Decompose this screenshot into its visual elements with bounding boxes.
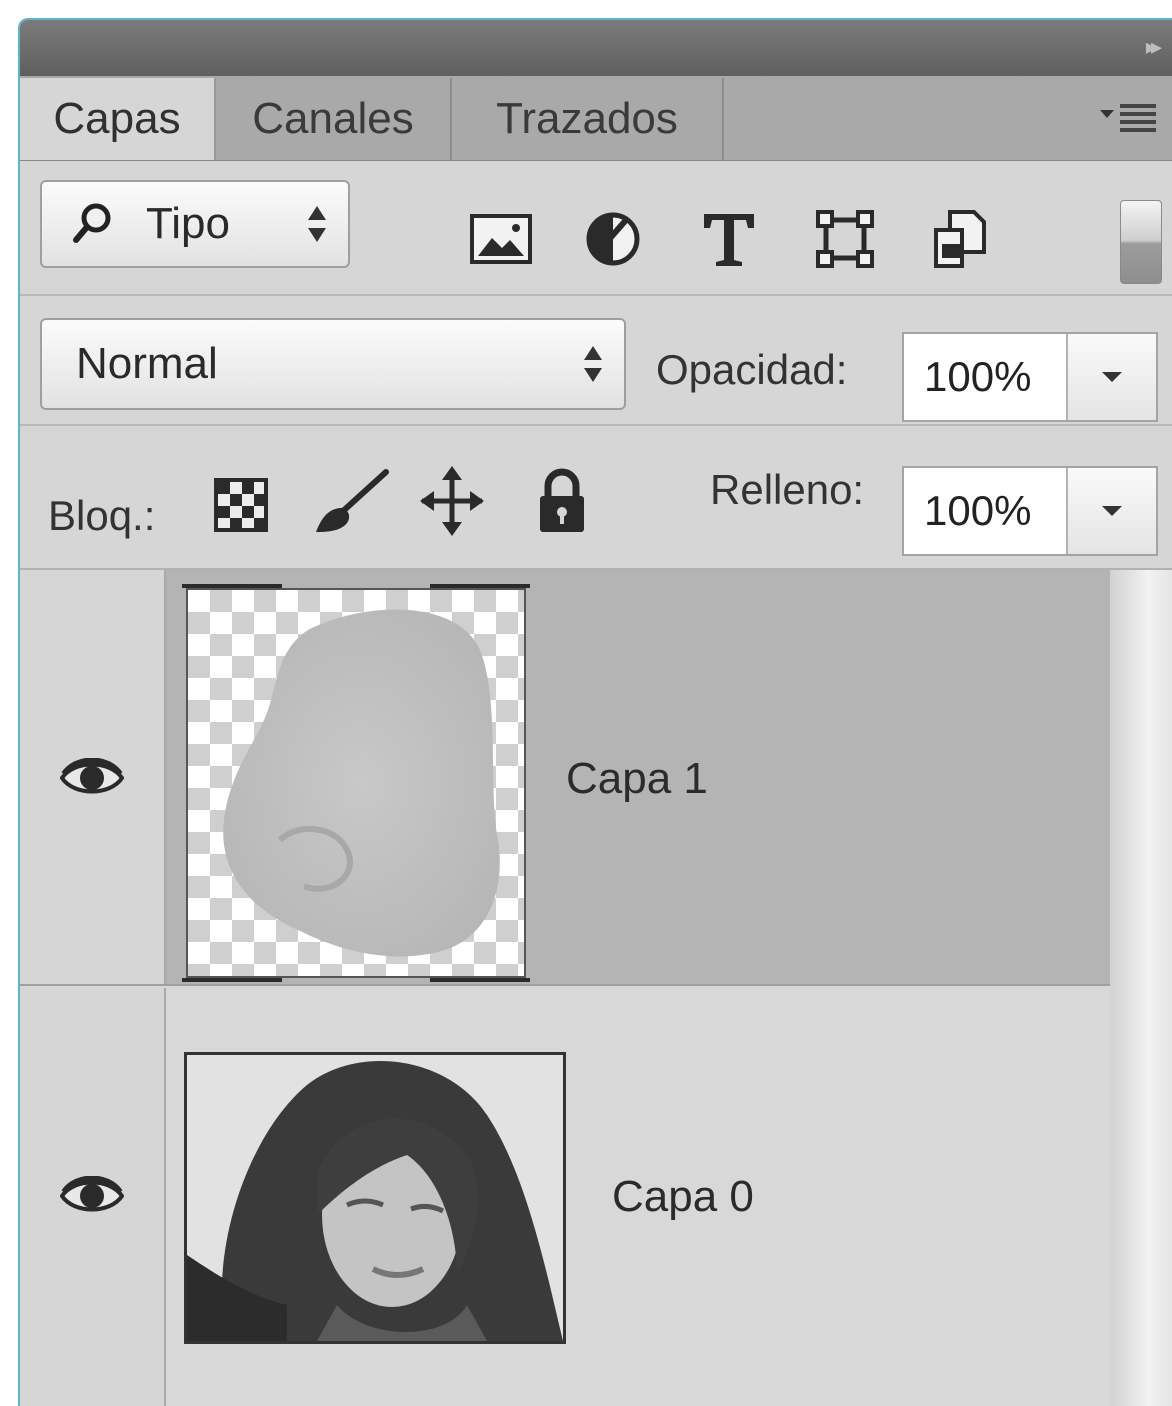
fill-label: Relleno: <box>710 466 865 513</box>
layers-panel: ▸▸ Capas Canales Trazados Tipo Normal Op… <box>18 18 1172 1406</box>
blend-mode-select[interactable]: Normal <box>40 318 626 410</box>
visibility-cell[interactable] <box>20 988 166 1406</box>
blend-options-row: Normal Opacidad: 100% <box>20 296 1172 426</box>
opacity-value: 100% <box>924 353 1032 400</box>
visibility-cell[interactable] <box>20 570 166 984</box>
selection-corner <box>182 978 282 982</box>
blend-mode-value: Normal <box>76 339 218 388</box>
selection-corner <box>182 584 282 588</box>
layer-name[interactable]: Capa 0 <box>612 1172 754 1222</box>
updown-arrows-icon <box>584 346 602 382</box>
search-icon <box>73 203 111 243</box>
fill-dropdown-button[interactable] <box>1066 468 1156 554</box>
lock-all-icon[interactable] <box>530 466 594 536</box>
eye-icon[interactable] <box>60 758 124 798</box>
lock-label: Bloq.: <box>48 492 156 539</box>
panel-tab-bar: Capas Canales Trazados <box>20 76 1172 161</box>
shape-filter-icon[interactable] <box>812 206 878 272</box>
selection-corner <box>430 978 530 982</box>
tab-capas[interactable]: Capas <box>20 78 216 160</box>
selection-corner <box>430 584 530 588</box>
layer-filter-row: Tipo <box>20 160 1172 296</box>
fill-field[interactable]: 100% <box>902 466 1158 556</box>
layer-row[interactable]: Capa 0 <box>20 988 1110 1406</box>
eye-icon[interactable] <box>60 1176 124 1216</box>
lock-options-row: Bloq.: Relleno: 100% <box>20 426 1172 570</box>
portrait-thumbnail-image <box>187 1055 563 1341</box>
chevron-down-icon <box>1102 506 1122 516</box>
layer-name[interactable]: Capa 1 <box>566 754 708 804</box>
filter-toggle-switch[interactable] <box>1120 200 1162 284</box>
panel-menu-icon[interactable] <box>1100 100 1160 136</box>
layer-thumbnail[interactable] <box>184 1052 566 1344</box>
layer-thumbnail[interactable] <box>182 584 530 982</box>
filter-kind-select[interactable]: Tipo <box>40 180 350 268</box>
lock-image-pixels-icon[interactable] <box>312 466 392 536</box>
lock-position-icon[interactable] <box>420 466 484 536</box>
smart-object-filter-icon[interactable] <box>928 206 994 272</box>
layer-row[interactable]: Capa 1 <box>20 570 1110 986</box>
chevron-down-icon <box>1102 372 1122 382</box>
layers-scrollbar[interactable] <box>1110 570 1172 1406</box>
opacity-field[interactable]: 100% <box>902 332 1158 422</box>
filter-kind-value: Tipo <box>146 199 230 248</box>
nose-thumbnail-image <box>223 609 500 957</box>
opacity-label: Opacidad: <box>656 346 848 393</box>
collapse-panel-icon[interactable]: ▸▸ <box>1146 34 1162 60</box>
type-filter-icon[interactable] <box>696 206 762 272</box>
opacity-dropdown-button[interactable] <box>1066 334 1156 420</box>
layers-list: Capa 1 Capa 0 <box>20 570 1172 1406</box>
tab-trazados[interactable]: Trazados <box>452 78 724 160</box>
tab-canales[interactable]: Canales <box>216 78 452 160</box>
panel-title-bar[interactable]: ▸▸ <box>20 20 1172 76</box>
adjustment-filter-icon[interactable] <box>580 206 646 272</box>
updown-arrows-icon <box>308 206 326 242</box>
lock-transparent-pixels-icon[interactable] <box>210 466 274 536</box>
fill-value: 100% <box>924 487 1032 534</box>
image-filter-icon[interactable] <box>468 206 534 272</box>
